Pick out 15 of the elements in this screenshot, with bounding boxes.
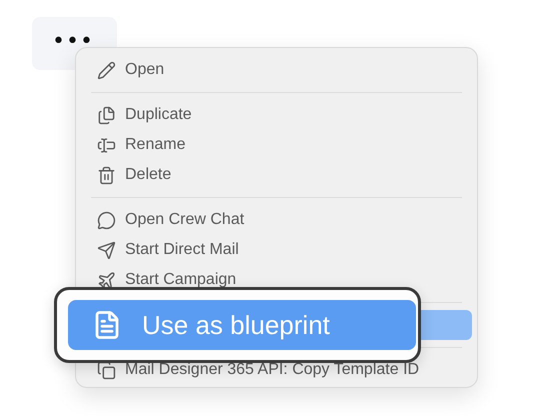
menu-item[interactable]: Delete — [81, 160, 472, 190]
chat-bubble-icon — [97, 210, 116, 230]
trash-icon — [97, 166, 116, 184]
menu-item[interactable]: Mail Designer 365 API: Copy Template ID — [81, 355, 472, 385]
menu-item[interactable]: Rename — [81, 130, 472, 160]
paper-plane-icon — [97, 240, 116, 260]
menu-item[interactable]: Open Crew Chat — [81, 205, 472, 235]
menu-item[interactable]: Start Campaign — [81, 265, 472, 295]
pencil-icon — [97, 60, 116, 80]
airplane-icon — [97, 270, 116, 290]
menu-item[interactable]: Start Direct Mail — [81, 235, 472, 265]
copy-icon — [97, 360, 116, 380]
menu-item[interactable]: Duplicate — [81, 100, 472, 130]
files-icon — [97, 106, 116, 124]
text-cursor-icon — [97, 136, 116, 154]
